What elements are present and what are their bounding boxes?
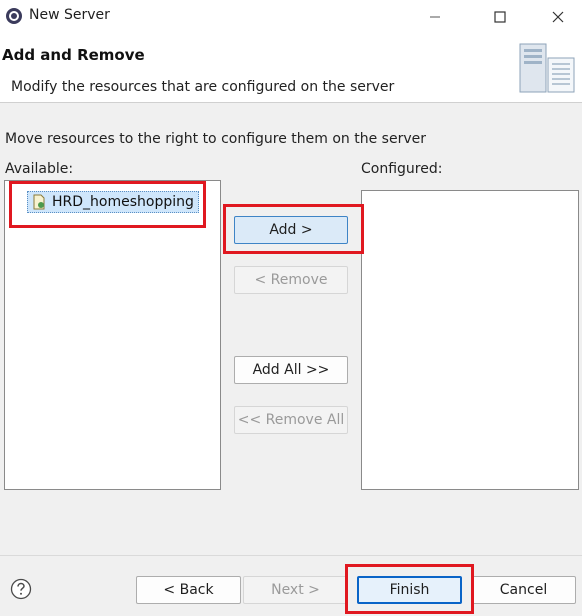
remove-button[interactable]: < Remove: [234, 266, 348, 294]
add-all-button[interactable]: Add All >>: [234, 356, 348, 384]
close-icon: [552, 11, 564, 23]
wizard-banner: Add and Remove Modify the resources that…: [0, 34, 582, 103]
close-button[interactable]: [535, 0, 581, 34]
available-item-label: HRD_homeshopping: [52, 194, 194, 210]
footer-divider: [0, 555, 582, 556]
configured-list[interactable]: [361, 190, 579, 490]
instruction-text: Move resources to the right to configure…: [5, 131, 426, 147]
available-list[interactable]: HRD_homeshopping: [4, 180, 221, 490]
web-project-icon: [33, 194, 45, 210]
add-button[interactable]: Add >: [234, 216, 348, 244]
eclipse-app-icon: [6, 8, 22, 24]
help-icon[interactable]: [10, 578, 32, 600]
minimize-icon: [430, 16, 440, 18]
remove-all-button[interactable]: << Remove All: [234, 406, 348, 434]
finish-button[interactable]: Finish: [357, 576, 462, 604]
maximize-icon: [494, 11, 506, 23]
page-title: Add and Remove: [2, 46, 145, 64]
back-button[interactable]: < Back: [136, 576, 241, 604]
minimize-button[interactable]: [412, 0, 458, 34]
configured-label: Configured:: [361, 161, 443, 177]
server-wizard-icon: [519, 43, 575, 93]
available-item-hrd-homeshopping[interactable]: HRD_homeshopping: [27, 191, 199, 213]
title-bar: New Server: [0, 0, 582, 34]
maximize-button[interactable]: [477, 0, 523, 34]
window-title: New Server: [29, 7, 110, 23]
page-description: Modify the resources that are configured…: [11, 79, 395, 95]
next-button[interactable]: Next >: [243, 576, 348, 604]
cancel-button[interactable]: Cancel: [471, 576, 576, 604]
available-label: Available:: [5, 161, 74, 177]
